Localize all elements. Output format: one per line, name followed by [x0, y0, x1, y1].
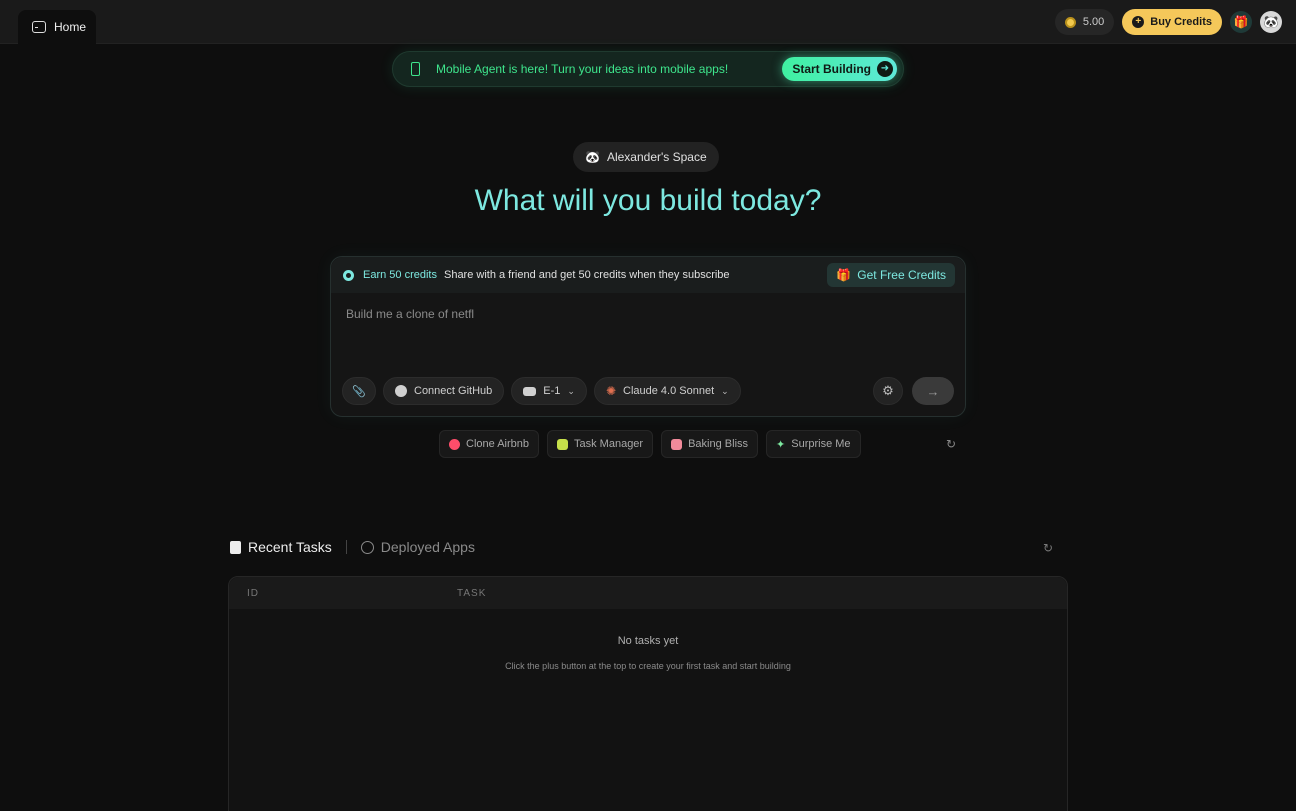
- cake-icon: [671, 438, 683, 450]
- column-id: ID: [247, 588, 259, 599]
- model-value: Claude 4.0 Sonnet: [623, 385, 715, 397]
- robot-icon: [523, 386, 537, 396]
- buy-credits-button[interactable]: + Buy Credits: [1122, 9, 1222, 35]
- plus-icon: +: [1132, 16, 1145, 28]
- tab-recent-label: Recent Tasks: [248, 539, 332, 555]
- refresh-suggestions-icon[interactable]: ↻: [946, 437, 956, 451]
- arrow-right-icon: ➜: [877, 61, 893, 77]
- connect-github-button[interactable]: Connect GitHub: [383, 377, 505, 405]
- avatar[interactable]: 🐼: [1260, 11, 1282, 33]
- credits-value: 5.00: [1082, 16, 1105, 28]
- github-icon: [395, 385, 407, 397]
- terminal-icon: [32, 21, 46, 33]
- gear-icon: ⚙: [882, 383, 894, 398]
- model-select[interactable]: ✺ Claude 4.0 Sonnet ⌄: [593, 377, 741, 405]
- empty-state-title: No tasks yet: [617, 635, 679, 647]
- chevron-down-icon: ⌄: [567, 385, 575, 396]
- gift-button[interactable]: 🎁: [1230, 11, 1252, 33]
- suggestion-baking-bliss[interactable]: Baking Bliss: [661, 430, 759, 458]
- tab-recent-tasks[interactable]: Recent Tasks: [230, 539, 332, 555]
- suggestion-label: Baking Bliss: [688, 438, 749, 450]
- globe-icon: [360, 540, 374, 554]
- suggestion-surprise-me[interactable]: ✦ Surprise Me: [766, 430, 861, 458]
- suggestion-label: Surprise Me: [791, 438, 851, 450]
- space-name: Alexander's Space: [606, 150, 707, 164]
- space-selector[interactable]: 🐼 Alexander's Space: [573, 142, 719, 172]
- suggestion-task-manager[interactable]: Task Manager: [547, 430, 654, 458]
- earn-label: Earn 50 credits: [363, 269, 437, 281]
- buy-credits-label: Buy Credits: [1150, 16, 1212, 28]
- page-title: What will you build today?: [474, 184, 822, 217]
- earn-description: Share with a friend and get 50 credits w…: [443, 269, 730, 281]
- earn-icon: [343, 269, 354, 281]
- arrow-right-icon: →: [926, 383, 940, 399]
- agent-value: E-1: [543, 385, 561, 397]
- tab-divider: [345, 540, 347, 554]
- space-avatar-icon: 🐼: [585, 150, 600, 164]
- prompt-input[interactable]: Build me a clone of netfl: [346, 307, 474, 321]
- get-free-credits-button[interactable]: 🎁 Get Free Credits: [827, 263, 955, 287]
- get-free-credits-label: Get Free Credits: [857, 268, 946, 282]
- sparkle-icon: ✦: [776, 438, 786, 451]
- user-avatar-icon: 🐼: [1263, 15, 1279, 29]
- banner-text: Mobile Agent is here! Turn your ideas in…: [436, 62, 729, 76]
- mobile-agent-banner: Mobile Agent is here! Turn your ideas in…: [392, 51, 904, 87]
- connect-github-label: Connect GitHub: [414, 385, 493, 397]
- phone-icon: [411, 62, 420, 76]
- start-building-button[interactable]: Start Building ➜: [782, 57, 897, 81]
- table-header: ID TASK: [229, 577, 1067, 609]
- agent-select[interactable]: E-1 ⌄: [511, 377, 587, 405]
- top-bar: Home 5.00 + Buy Credits 🎁 🐼: [0, 0, 1296, 44]
- prompt-box: Earn 50 credits Share with a friend and …: [330, 256, 966, 417]
- settings-button[interactable]: ⚙: [873, 377, 903, 405]
- suggestion-clone-airbnb[interactable]: Clone Airbnb: [439, 430, 539, 458]
- claude-icon: ✺: [605, 384, 616, 398]
- checklist-icon: [557, 438, 568, 450]
- attach-button[interactable]: 📎: [342, 377, 376, 405]
- clipboard-icon: [230, 540, 241, 554]
- airbnb-icon: [449, 438, 460, 450]
- suggestion-label: Clone Airbnb: [466, 438, 529, 450]
- tab-home-label: Home: [54, 20, 87, 34]
- paperclip-icon: 📎: [352, 385, 366, 398]
- send-button[interactable]: →: [912, 377, 954, 405]
- credits-balance[interactable]: 5.00: [1054, 9, 1115, 35]
- gift-icon: 🎁: [836, 268, 852, 282]
- earn-credits-row: Earn 50 credits Share with a friend and …: [331, 257, 965, 293]
- tab-home[interactable]: Home: [18, 10, 96, 44]
- refresh-tasks-icon[interactable]: ↻: [1043, 541, 1053, 555]
- tab-deployed-label: Deployed Apps: [380, 539, 475, 555]
- empty-state-subtitle: Click the plus button at the top to crea…: [505, 661, 791, 671]
- suggestion-list: Clone Airbnb Task Manager Baking Bliss ✦…: [439, 430, 861, 458]
- tasks-table: ID TASK No tasks yet Click the plus butt…: [228, 576, 1068, 811]
- coin-icon: [1064, 16, 1076, 28]
- gift-icon: 🎁: [1233, 15, 1249, 29]
- tab-deployed-apps[interactable]: Deployed Apps: [360, 539, 475, 555]
- start-building-label: Start Building: [792, 62, 871, 76]
- suggestion-label: Task Manager: [574, 438, 644, 450]
- chevron-down-icon: ⌄: [721, 385, 729, 396]
- column-task: TASK: [457, 588, 487, 599]
